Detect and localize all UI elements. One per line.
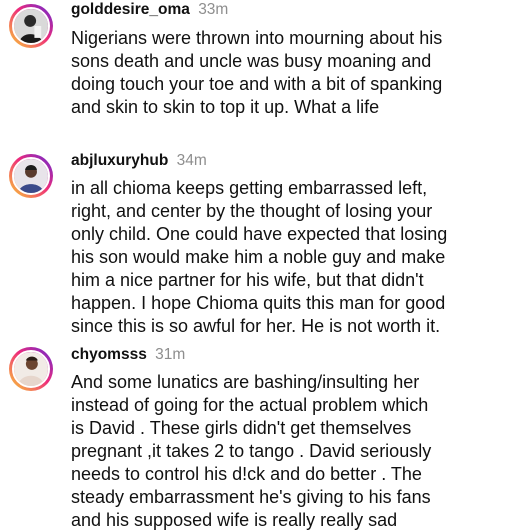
- comment-timestamp: 33m: [198, 1, 229, 18]
- comment-meta: chyomsss 31m: [71, 346, 185, 364]
- comment-username[interactable]: abjluxuryhub: [71, 152, 168, 169]
- comment-text: in all chioma keeps getting embarrassed …: [71, 178, 448, 336]
- avatar[interactable]: [9, 347, 53, 391]
- comment-timestamp: 31m: [155, 346, 186, 363]
- user-avatar-icon: [14, 352, 48, 386]
- comment-username[interactable]: golddesire_oma: [71, 1, 190, 18]
- comment-item: golddesire_oma 33m Nigerians were thrown…: [0, 0, 508, 140]
- avatar-photo: [12, 7, 50, 45]
- comment-meta: golddesire_oma 33m: [71, 1, 228, 19]
- comment-text: Nigerians were thrown into mourning abou…: [71, 28, 443, 117]
- avatar[interactable]: [9, 4, 53, 48]
- user-avatar-icon: [14, 9, 48, 43]
- avatar[interactable]: [9, 154, 53, 198]
- comment-username[interactable]: chyomsss: [71, 346, 147, 363]
- comment-meta: abjluxuryhub 34m: [71, 152, 207, 170]
- comment-timestamp: 34m: [176, 152, 207, 169]
- avatar-photo: [12, 350, 50, 388]
- comment-text: And some lunatics are bashing/insulting …: [71, 372, 432, 530]
- comment-item: chyomsss 31m And some lunatics are bashi…: [0, 340, 508, 530]
- comment-item: abjluxuryhub 34m in all chioma keeps get…: [0, 148, 508, 338]
- user-avatar-icon: [14, 159, 48, 193]
- avatar-photo: [12, 157, 50, 195]
